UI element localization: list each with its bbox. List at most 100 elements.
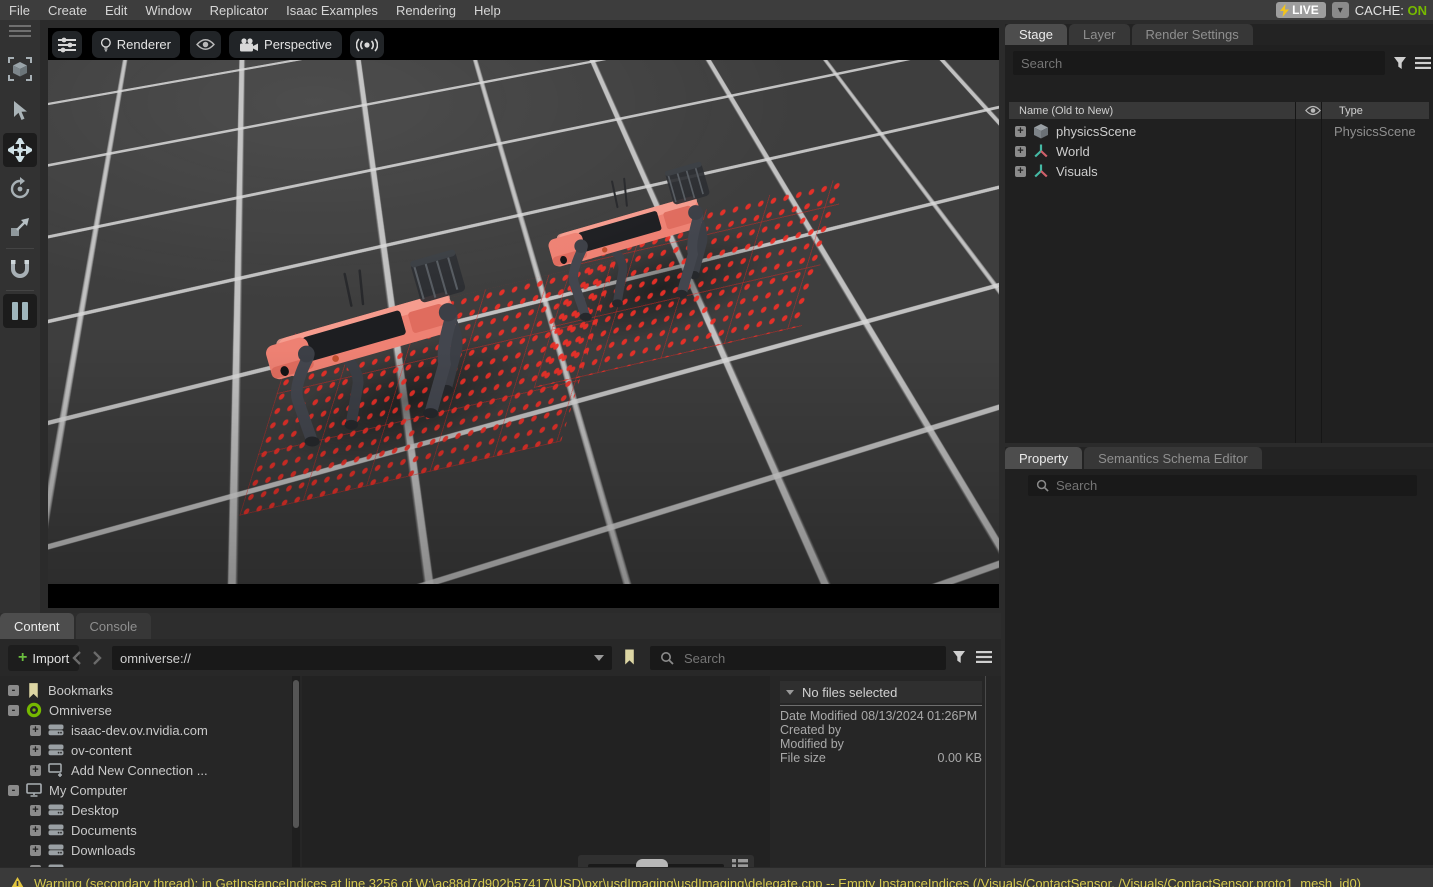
property-search-input[interactable]	[1056, 478, 1409, 493]
bookmark-icon[interactable]	[622, 648, 637, 666]
details-header[interactable]: No files selected	[780, 681, 982, 703]
prim-type: PhysicsScene	[1334, 124, 1416, 139]
funnel-icon[interactable]	[952, 650, 966, 664]
expand-icon[interactable]: +	[30, 845, 41, 856]
menu-rendering[interactable]: Rendering	[387, 0, 465, 20]
stage-row-world[interactable]: + World	[1009, 141, 1429, 161]
snap-magnet-button[interactable]	[3, 252, 37, 286]
tree-item-label[interactable]: Add New Connection ...	[71, 763, 208, 778]
tab-layer[interactable]: Layer	[1069, 24, 1130, 45]
tree-item-bookmarks[interactable]: - Bookmarks	[8, 680, 113, 700]
collapse-icon[interactable]: -	[8, 685, 19, 696]
path-input[interactable]	[112, 646, 612, 670]
chevron-down-icon[interactable]	[594, 655, 604, 661]
viewport-audio-button[interactable]	[350, 31, 384, 58]
path-bar[interactable]	[112, 646, 612, 670]
select-cursor-button[interactable]	[3, 94, 37, 128]
expand-icon[interactable]: +	[30, 725, 41, 736]
tree-item-ov-content[interactable]: + ov-content	[30, 740, 132, 760]
pause-button[interactable]	[3, 294, 37, 328]
expand-icon[interactable]: +	[30, 805, 41, 816]
tree-item-label[interactable]: Bookmarks	[48, 683, 113, 698]
camera-button[interactable]: Perspective	[229, 31, 342, 58]
menu-help[interactable]: Help	[465, 0, 510, 20]
tree-item-desktop[interactable]: + Desktop	[30, 800, 119, 820]
speaker-icon	[356, 38, 378, 52]
tab-semantics-schema-editor[interactable]: Semantics Schema Editor	[1084, 447, 1262, 469]
selection-mode-button[interactable]	[3, 52, 37, 86]
tree-item-label[interactable]: Desktop	[71, 803, 119, 818]
collapse-icon[interactable]: -	[8, 785, 19, 796]
menu-replicator[interactable]: Replicator	[201, 0, 278, 20]
column-type[interactable]: Type	[1339, 105, 1363, 117]
viewport-settings-button[interactable]	[52, 31, 82, 58]
viewport-3d-scene[interactable]	[48, 60, 999, 584]
prim-name[interactable]: Visuals	[1056, 164, 1098, 179]
menu-edit[interactable]: Edit	[96, 0, 136, 20]
chevron-right-icon[interactable]	[92, 651, 102, 665]
hamburger-icon[interactable]	[1415, 57, 1431, 69]
tree-item-documents[interactable]: + Documents	[30, 820, 137, 840]
hamburger-icon[interactable]	[976, 651, 992, 663]
tab-content[interactable]: Content	[0, 613, 74, 639]
prim-name[interactable]: physicsScene	[1056, 124, 1136, 139]
menu-window[interactable]: Window	[136, 0, 200, 20]
move-tool-button[interactable]	[3, 133, 37, 167]
tree-item-isaac-dev[interactable]: + isaac-dev.ov.nvidia.com	[30, 720, 208, 740]
eye-icon[interactable]	[1305, 105, 1321, 116]
computer-icon	[26, 783, 42, 797]
stage-search-input[interactable]	[1013, 51, 1385, 75]
drag-handle[interactable]	[3, 22, 37, 40]
menu-create[interactable]: Create	[39, 0, 96, 20]
stage-row-physicsScene[interactable]: + physicsScene PhysicsScene	[1009, 121, 1429, 141]
chevron-left-icon[interactable]	[72, 651, 82, 665]
expand-icon[interactable]: +	[1015, 166, 1026, 177]
quadruped-robot[interactable]	[253, 220, 503, 453]
column-name[interactable]: Name (Old to New)	[1009, 105, 1113, 117]
stage-row-visuals[interactable]: + Visuals	[1009, 161, 1429, 181]
tree-item-label[interactable]: isaac-dev.ov.nvidia.com	[71, 723, 208, 738]
live-button[interactable]: LIVE	[1276, 2, 1326, 18]
tree-item-label[interactable]: Documents	[71, 823, 137, 838]
file-list-area[interactable]	[302, 676, 770, 867]
viewport[interactable]: Renderer Perspective	[48, 28, 999, 608]
live-dropdown-button[interactable]: ▾	[1332, 2, 1349, 18]
tree-scrollbar[interactable]	[292, 676, 300, 867]
detail-label: Created by	[780, 723, 841, 737]
tree-item-add-new-connection[interactable]: + Add New Connection ...	[30, 760, 208, 780]
import-button[interactable]: + Import	[8, 645, 79, 671]
tab-console[interactable]: Console	[76, 613, 152, 639]
server-icon	[48, 804, 64, 816]
menu-file[interactable]: File	[0, 0, 39, 20]
status-warning-text[interactable]: Warning (secondary thread): in GetInstan…	[34, 876, 1361, 887]
menu-isaac-examples[interactable]: Isaac Examples	[277, 0, 387, 20]
tree-item-label[interactable]: My Computer	[49, 783, 127, 798]
expand-icon[interactable]: +	[30, 825, 41, 836]
tree-item-my-computer[interactable]: - My Computer	[8, 780, 127, 800]
scale-tool-button[interactable]	[3, 210, 37, 244]
tab-stage[interactable]: Stage	[1005, 24, 1067, 45]
content-search-input[interactable]	[684, 651, 936, 666]
prim-name[interactable]: World	[1056, 144, 1090, 159]
tab-property[interactable]: Property	[1005, 447, 1082, 469]
tree-item-omniverse[interactable]: - Omniverse	[8, 700, 112, 720]
expand-icon[interactable]: +	[30, 745, 41, 756]
tree-item-label[interactable]: Downloads	[71, 843, 135, 858]
scrollbar-thumb[interactable]	[293, 680, 299, 828]
server-icon	[48, 744, 64, 756]
tree-item-partial[interactable]	[30, 860, 64, 867]
tab-render-settings[interactable]: Render Settings	[1132, 24, 1253, 45]
expand-icon[interactable]: +	[1015, 126, 1026, 137]
tree-item-label[interactable]: Omniverse	[49, 703, 112, 718]
viewport-visibility-button[interactable]	[190, 31, 221, 58]
disclosure-triangle-icon	[786, 690, 794, 695]
rotate-tool-button[interactable]	[3, 172, 37, 206]
expand-icon[interactable]: +	[1015, 146, 1026, 157]
tree-item-label[interactable]: ov-content	[71, 743, 132, 758]
renderer-button[interactable]: Renderer	[92, 31, 180, 58]
tree-item-downloads[interactable]: + Downloads	[30, 840, 135, 860]
funnel-icon[interactable]	[1393, 56, 1407, 70]
quadruped-robot[interactable]	[538, 138, 740, 326]
expand-icon[interactable]: +	[30, 765, 41, 776]
collapse-icon[interactable]: -	[8, 705, 19, 716]
